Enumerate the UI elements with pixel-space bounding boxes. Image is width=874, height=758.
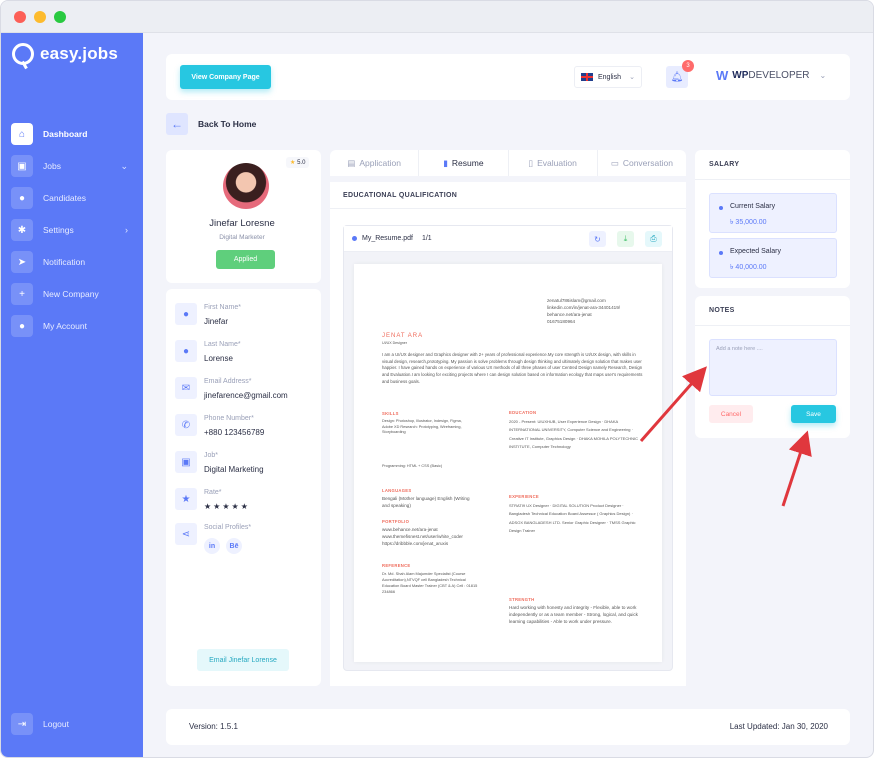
- last-updated-text: Last Updated: Jan 30, 2020: [729, 722, 828, 731]
- app-window: easy.jobs ⌂ Dashboard ▣ Jobs ⌄ ● Candida…: [0, 0, 874, 758]
- arrow-to-notes: [639, 366, 707, 442]
- version-text: Version: 1.5.1: [189, 722, 238, 731]
- arrow-to-save: [781, 430, 812, 507]
- annotation-arrows: [639, 366, 812, 507]
- footer: Version: 1.5.1 Last Updated: Jan 30, 202…: [166, 709, 850, 745]
